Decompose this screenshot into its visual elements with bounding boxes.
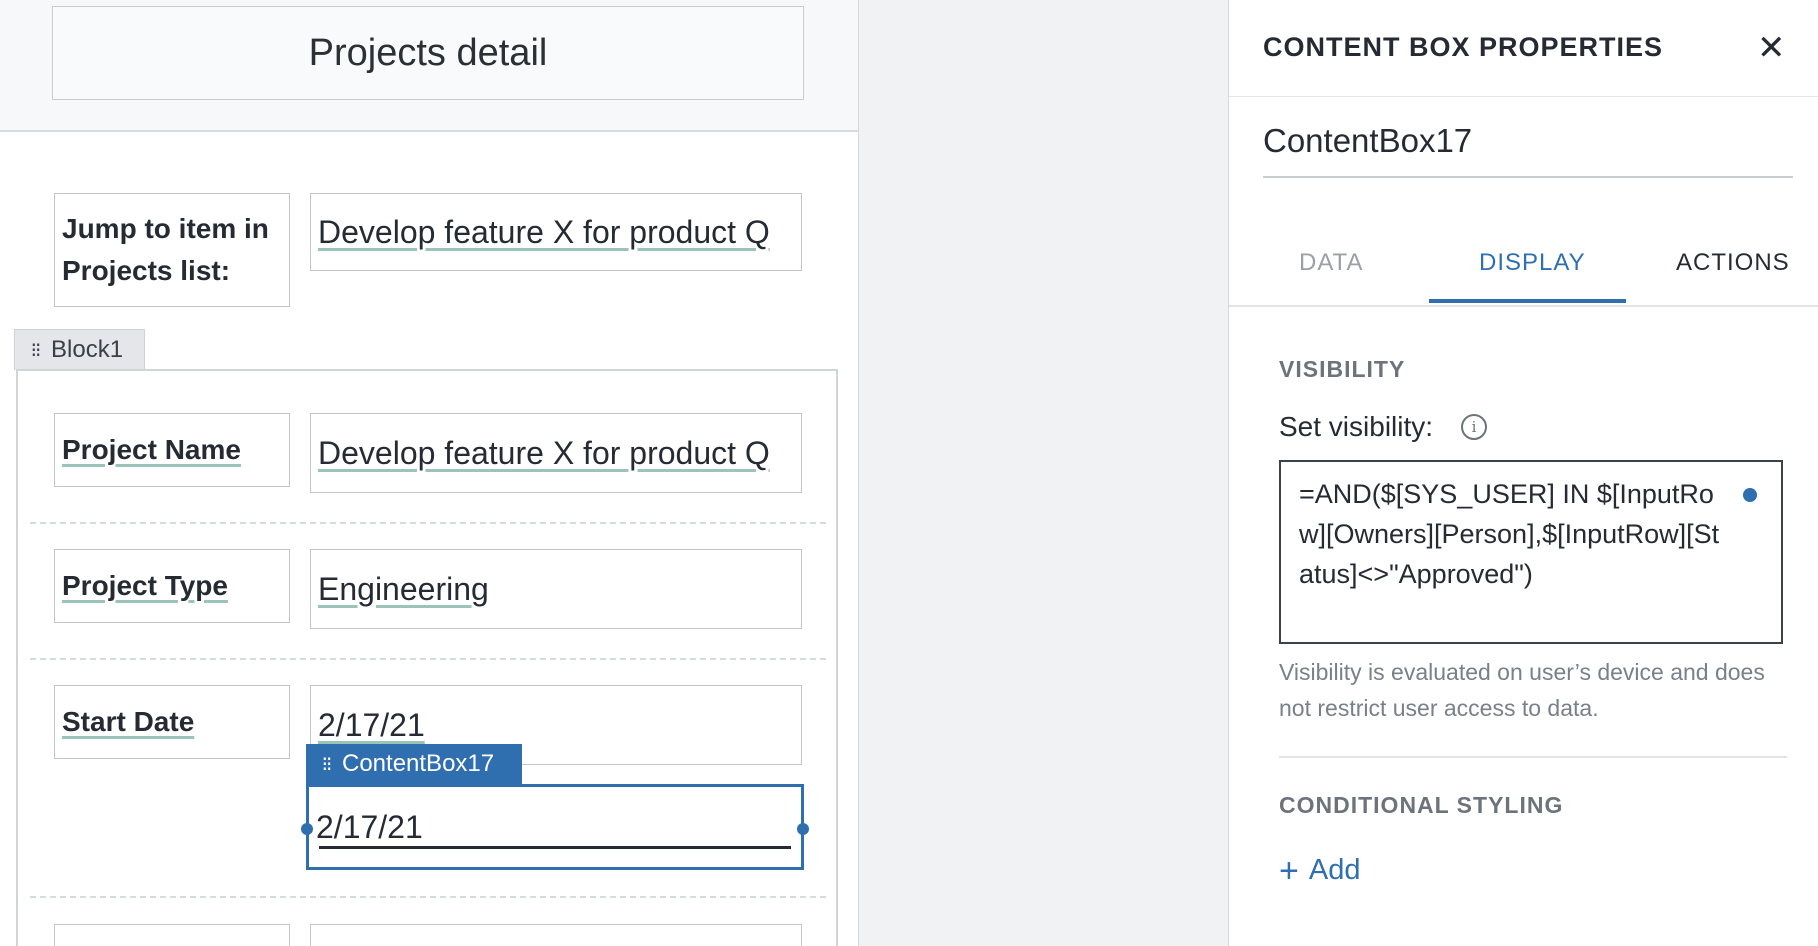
jump-label[interactable]: Jump to item in Projects list: <box>54 193 290 307</box>
drag-handle-icon[interactable]: ⁝⁝ <box>25 338 45 363</box>
field-label-project-name[interactable]: Project Name <box>54 413 290 487</box>
plus-icon: + <box>1279 852 1299 890</box>
tab-data[interactable]: DATA <box>1299 249 1363 277</box>
set-visibility-label: Set visibility: <box>1279 411 1434 442</box>
status-dot-icon <box>1743 488 1757 502</box>
field-divider <box>30 522 826 524</box>
add-label: Add <box>1308 854 1361 886</box>
content-box-name: ContentBox17 <box>342 750 495 777</box>
properties-panel: CONTENT BOX PROPERTIES ✕ ContentBox17 DA… <box>1228 0 1818 946</box>
field-label-start-date[interactable]: Start Date <box>54 685 290 759</box>
selected-content-box[interactable]: 2/17/21 <box>301 784 809 870</box>
visibility-formula-text: =AND($[SYS_USER] IN $[InputRow][Owners][… <box>1299 479 1720 589</box>
properties-tabs: DATA DISPLAY ACTIONS <box>1229 235 1818 307</box>
conditional-styling-title: CONDITIONAL STYLING <box>1279 792 1564 818</box>
block-name: Block1 <box>51 336 124 363</box>
drag-handle-icon[interactable]: ⁝⁝ <box>316 752 336 777</box>
field-value-text: Engineering <box>318 570 489 607</box>
close-icon[interactable]: ✕ <box>1757 28 1786 68</box>
field-value-text: Develop feature X for product Q <box>318 434 770 471</box>
field-value-project-name[interactable]: Develop feature X for product Q <box>310 413 802 493</box>
properties-title: CONTENT BOX PROPERTIES <box>1263 32 1664 62</box>
tab-actions[interactable]: ACTIONS <box>1676 249 1790 277</box>
field-label-text: Project Type <box>62 570 228 601</box>
page-header: Projects detail <box>0 0 858 132</box>
properties-header: CONTENT BOX PROPERTIES ✕ <box>1229 0 1818 97</box>
tab-display[interactable]: DISPLAY <box>1479 249 1586 277</box>
resize-handle-right[interactable] <box>797 823 809 835</box>
jump-value: Develop feature X for product Q <box>318 213 770 250</box>
resize-handle-left[interactable] <box>301 823 313 835</box>
field-divider <box>30 658 826 660</box>
content-box-name-input[interactable]: ContentBox17 <box>1263 122 1793 178</box>
visibility-helper-text: Visibility is evaluated on user’s device… <box>1279 659 1765 721</box>
visibility-section-title: VISIBILITY <box>1279 356 1406 382</box>
field-divider <box>30 896 826 898</box>
field-label-project-type[interactable]: Project Type <box>54 549 290 623</box>
content-box-underline <box>319 846 791 849</box>
section-divider <box>1279 756 1787 758</box>
field-value-text: 2/17/21 <box>318 706 425 743</box>
add-conditional-style-button[interactable]: + Add <box>1279 852 1360 891</box>
field-value-next[interactable] <box>310 924 802 946</box>
content-box-value: 2/17/21 <box>316 808 423 845</box>
page-title[interactable]: Projects detail <box>52 6 804 100</box>
page-canvas: Projects detail Jump to item in Projects… <box>0 0 859 946</box>
field-label-next[interactable] <box>54 924 290 946</box>
field-value-project-type[interactable]: Engineering <box>310 549 802 629</box>
jump-dropdown[interactable]: Develop feature X for product Q <box>310 193 802 271</box>
content-box-tab[interactable]: ⁝⁝ ContentBox17 <box>306 744 522 784</box>
field-label-text: Project Name <box>62 434 241 465</box>
active-tab-indicator <box>1429 299 1626 303</box>
visibility-formula-input[interactable]: =AND($[SYS_USER] IN $[InputRow][Owners][… <box>1279 460 1783 644</box>
field-label-text: Start Date <box>62 706 195 737</box>
info-icon[interactable]: i <box>1461 414 1487 440</box>
block-tab[interactable]: ⁝⁝ Block1 <box>14 329 145 370</box>
